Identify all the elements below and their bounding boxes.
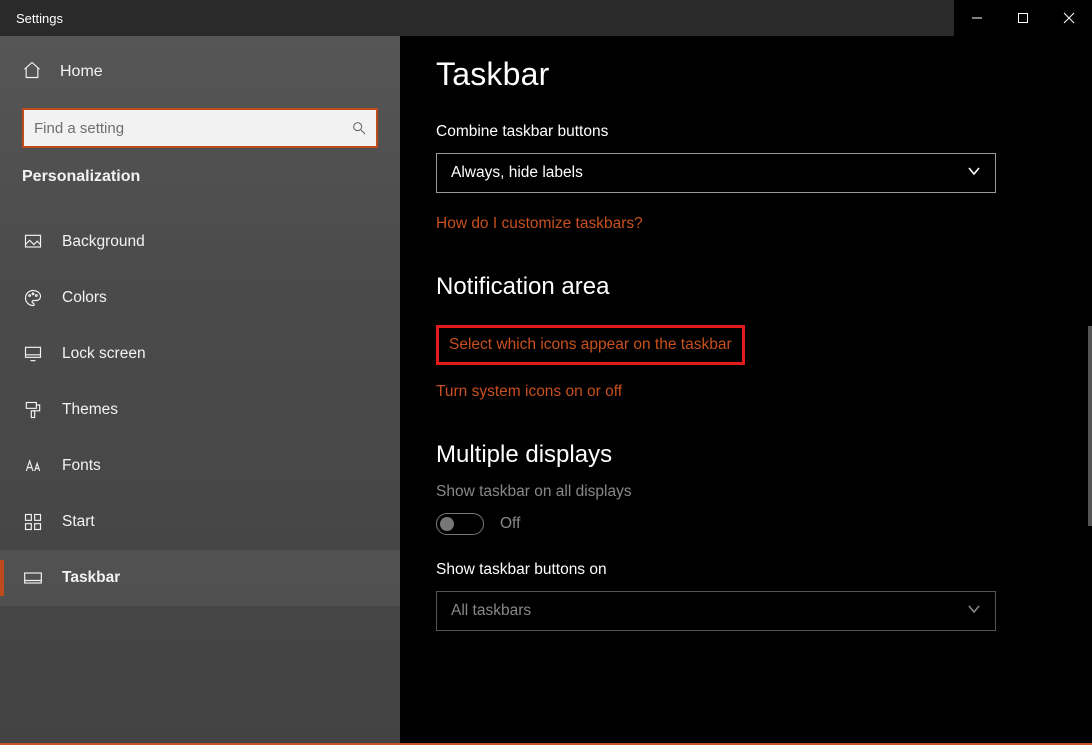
sidebar-item-label: Background (62, 233, 145, 251)
toggle-knob (440, 517, 454, 531)
combine-label: Combine taskbar buttons (436, 123, 1056, 141)
sidebar-item-lockscreen[interactable]: Lock screen (0, 326, 400, 382)
window-title: Settings (0, 11, 63, 26)
sidebar-item-label: Lock screen (62, 345, 146, 363)
window-controls (954, 0, 1092, 36)
sidebar-item-label: Start (62, 513, 95, 531)
titlebar: Settings (0, 0, 1092, 36)
search-icon (342, 120, 376, 136)
search-input[interactable] (24, 110, 342, 146)
picture-icon (22, 231, 44, 253)
chevron-down-icon (967, 164, 981, 183)
home-icon (22, 60, 42, 85)
show-buttons-dropdown[interactable]: All taskbars (436, 591, 996, 631)
font-icon (22, 455, 44, 477)
sidebar-item-label: Themes (62, 401, 118, 419)
close-button[interactable] (1046, 0, 1092, 36)
sidebar: Home Personalization Background (0, 36, 400, 745)
show-all-displays-label: Show taskbar on all displays (436, 483, 1056, 501)
section-multiple-displays: Multiple displays (436, 441, 1056, 469)
chevron-down-icon (967, 602, 981, 621)
search-field[interactable] (22, 108, 378, 148)
taskbar-icon (22, 567, 44, 589)
sidebar-item-label: Colors (62, 289, 107, 307)
show-all-displays-toggle[interactable] (436, 513, 484, 535)
page-title: Taskbar (436, 56, 1056, 93)
section-notification-area: Notification area (436, 273, 1056, 301)
link-select-icons[interactable]: Select which icons appear on the taskbar (449, 336, 732, 354)
combine-dropdown-value: Always, hide labels (451, 164, 583, 182)
sidebar-item-background[interactable]: Background (0, 214, 400, 270)
help-link-customize[interactable]: How do I customize taskbars? (436, 215, 643, 233)
sidebar-section-title: Personalization (0, 168, 400, 186)
minimize-button[interactable] (954, 0, 1000, 36)
show-buttons-label: Show taskbar buttons on (436, 561, 1056, 579)
toggle-state-label: Off (500, 515, 520, 533)
scrollbar[interactable] (1088, 326, 1092, 526)
maximize-button[interactable] (1000, 0, 1046, 36)
combine-dropdown[interactable]: Always, hide labels (436, 153, 996, 193)
sidebar-item-label: Fonts (62, 457, 101, 475)
annotation-highlight: Select which icons appear on the taskbar (436, 325, 745, 365)
sidebar-home[interactable]: Home (0, 48, 400, 96)
sidebar-item-taskbar[interactable]: Taskbar (0, 550, 400, 606)
monitor-icon (22, 343, 44, 365)
sidebar-item-colors[interactable]: Colors (0, 270, 400, 326)
sidebar-item-start[interactable]: Start (0, 494, 400, 550)
link-system-icons[interactable]: Turn system icons on or off (436, 383, 622, 401)
sidebar-item-themes[interactable]: Themes (0, 382, 400, 438)
grid-icon (22, 511, 44, 533)
sidebar-item-label: Taskbar (62, 569, 120, 587)
sidebar-home-label: Home (60, 63, 103, 81)
palette-icon (22, 287, 44, 309)
paint-icon (22, 399, 44, 421)
content-pane: Taskbar Combine taskbar buttons Always, … (400, 36, 1092, 745)
sidebar-nav: Background Colors Lock screen (0, 214, 400, 606)
sidebar-item-fonts[interactable]: Fonts (0, 438, 400, 494)
show-buttons-value: All taskbars (451, 602, 531, 620)
